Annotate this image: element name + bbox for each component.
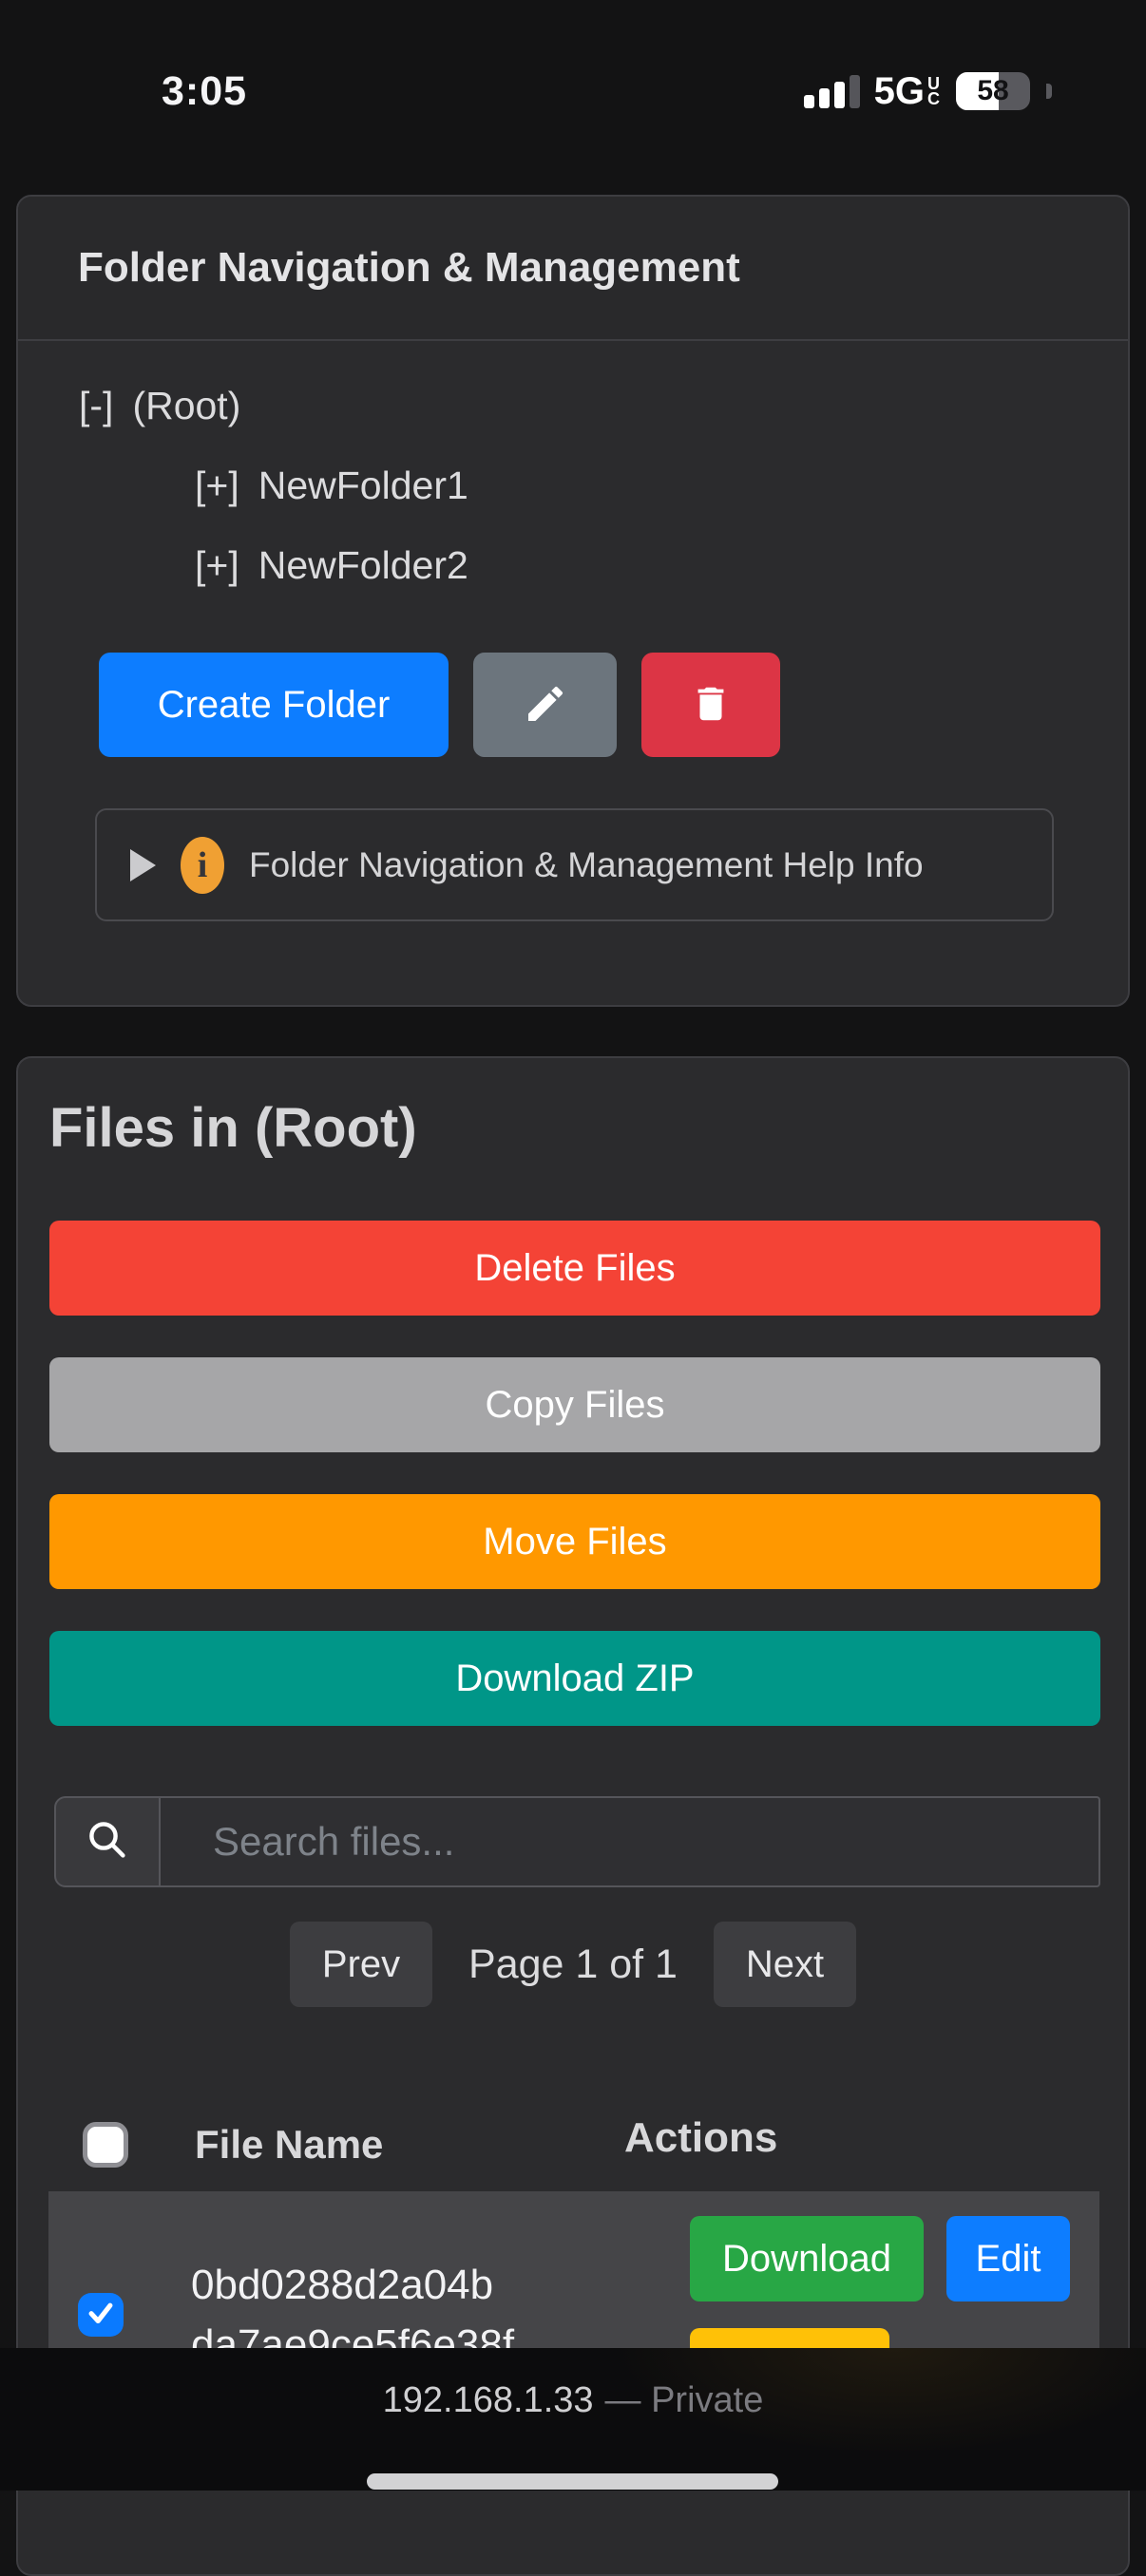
tree-item-newfolder2[interactable]: [+] NewFolder2 (79, 525, 1128, 605)
home-indicator[interactable] (367, 2473, 778, 2490)
prev-page-button[interactable]: Prev (290, 1922, 432, 2007)
actions-header: Actions (622, 2114, 1099, 2162)
move-files-button[interactable]: Move Files (49, 1494, 1100, 1589)
tree-label-root[interactable]: (Root) (132, 384, 240, 428)
rename-folder-button[interactable] (473, 653, 617, 757)
folder-tree: [-] (Root) [+] NewFolder1 [+] NewFolder2 (18, 341, 1128, 605)
folder-actions-row: Create Folder (99, 653, 1128, 757)
tree-item-root[interactable]: [-] (Root) (79, 366, 1128, 445)
browser-bottom-bar: 192.168.1.33 — Private (0, 2348, 1146, 2491)
pencil-icon (523, 681, 568, 729)
tree-label-newfolder2[interactable]: NewFolder2 (258, 543, 468, 588)
files-card-title: Files in (Root) (49, 1096, 417, 1160)
search-files-input[interactable] (161, 1796, 1100, 1887)
search-icon-box (54, 1796, 161, 1887)
battery-percent: 58 (956, 72, 1030, 110)
folder-card-header: Folder Navigation & Management (18, 197, 1128, 341)
battery-cap (1046, 84, 1052, 99)
delete-files-button[interactable]: Delete Files (49, 1221, 1100, 1316)
file-table-header: File Name Actions (48, 2101, 1099, 2188)
cellular-signal-icon (804, 74, 860, 108)
info-icon: i (181, 837, 224, 894)
status-bar: 3:05 5G U C 58 (0, 0, 1146, 133)
folder-help-disclosure[interactable]: i Folder Navigation & Management Help In… (95, 808, 1054, 921)
header-checkbox-cell (48, 2122, 143, 2168)
file-name-header: File Name (143, 2122, 622, 2168)
network-type-indicator: 5G U C (874, 70, 940, 113)
folder-help-summary: Folder Navigation & Management Help Info (249, 845, 924, 885)
download-zip-button[interactable]: Download ZIP (49, 1631, 1100, 1726)
folder-management-card: Folder Navigation & Management [-] (Root… (16, 195, 1130, 1007)
address-bar[interactable]: 192.168.1.33 — Private (0, 2380, 1146, 2421)
file-search-bar (54, 1796, 1100, 1887)
next-page-button[interactable]: Next (714, 1922, 856, 2007)
network-type-label: 5G (874, 70, 925, 113)
tree-toggle-newfolder1[interactable]: [+] (195, 464, 239, 508)
row-checkbox-checked[interactable] (78, 2293, 124, 2337)
tree-toggle-newfolder2[interactable]: [+] (195, 543, 239, 588)
row-download-button[interactable]: Download (690, 2216, 924, 2301)
pagination: Prev Page 1 of 1 Next (18, 1921, 1128, 2008)
tree-toggle-root[interactable]: [-] (79, 384, 113, 428)
file-name-line1: 0bd0288d2a04b (191, 2255, 671, 2315)
url-text: 192.168.1.33 (383, 2380, 594, 2421)
copy-files-button[interactable]: Copy Files (49, 1357, 1100, 1452)
network-uc-badge: U C (927, 76, 940, 106)
row-checkbox-cell (48, 2293, 143, 2337)
battery-icon: 58 (956, 72, 1030, 110)
select-all-checkbox[interactable] (83, 2122, 128, 2168)
search-icon (85, 1817, 130, 1867)
tree-item-newfolder1[interactable]: [+] NewFolder1 (79, 445, 1128, 525)
clock: 3:05 (162, 68, 247, 115)
create-folder-button[interactable]: Create Folder (99, 653, 449, 757)
delete-folder-button[interactable] (641, 653, 780, 757)
folder-card-title: Folder Navigation & Management (78, 244, 740, 292)
disclosure-triangle-icon (130, 849, 156, 881)
tree-label-newfolder1[interactable]: NewFolder1 (258, 464, 468, 508)
row-edit-button[interactable]: Edit (946, 2216, 1070, 2301)
page-indicator: Page 1 of 1 (468, 1941, 678, 1988)
status-indicators: 5G U C 58 (804, 70, 1052, 112)
checkmark-icon (85, 2297, 117, 2334)
private-mode-label: — Private (605, 2380, 764, 2421)
trash-icon (689, 682, 733, 729)
